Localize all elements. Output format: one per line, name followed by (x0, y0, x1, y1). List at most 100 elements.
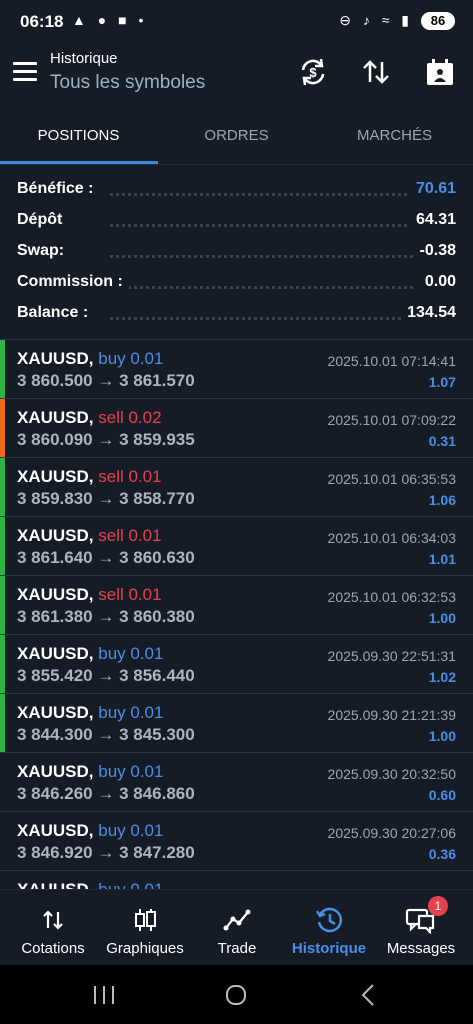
symbol-text: XAUUSD, (17, 408, 94, 427)
trade-row[interactable]: XAUUSD, buy 0.01 3 860.500 → 3 861.570 202… (0, 340, 473, 399)
divider (0, 164, 473, 165)
trade-profit: 1.07 (428, 374, 456, 390)
summary-swap: Swap: -0.38 (0, 236, 473, 267)
nav-history[interactable]: Historique (282, 890, 376, 966)
dotted-leader (110, 255, 413, 258)
result-color-bar (0, 694, 5, 752)
status-bar: 06:18 ▲ ● ■ • ⊖ ♪ ≈ ▮ 86 (0, 0, 473, 42)
result-color-bar (0, 517, 5, 575)
result-color-bar (0, 458, 5, 516)
symbol-filter[interactable]: Tous les symboles (50, 72, 205, 94)
currency-exchange-icon[interactable]: $ (297, 56, 329, 88)
summary-label: Commission : (17, 273, 129, 291)
nav-trade[interactable]: Trade (190, 890, 284, 966)
dotted-leader (110, 224, 413, 227)
tab-positions[interactable]: POSITIONS (0, 112, 157, 164)
app-bar: Historique Tous les symboles $ (0, 42, 473, 108)
trade-side: sell 0.01 (98, 585, 162, 604)
history-tabs: POSITIONS ORDRES MARCHÉS (0, 112, 473, 164)
home-icon[interactable] (216, 979, 256, 1011)
trade-side: buy 0.01 (98, 644, 164, 663)
trade-profit: 0.36 (428, 846, 456, 862)
quotes-icon (43, 910, 63, 930)
trade-datetime: 2025.10.01 06:32:53 (327, 589, 456, 605)
svg-text:$: $ (309, 65, 317, 80)
nav-label: Cotations (21, 940, 85, 957)
trade-history-list[interactable]: XAUUSD, buy 0.01 3 860.500 → 3 861.570 202… (0, 339, 473, 890)
trade-row[interactable]: XAUUSD, buy 0.01 3 844.300 → 3 845.300 202… (0, 694, 473, 753)
nav-quotes[interactable]: Cotations (6, 890, 100, 966)
symbol-text: XAUUSD, (17, 644, 94, 663)
symbol-text: XAUUSD, (17, 349, 94, 368)
summary-label: Dépôt (17, 211, 69, 229)
trade-datetime: 2025.09.30 20:32:50 (327, 766, 456, 782)
summary-deposit: Dépôt 64.31 (0, 205, 473, 236)
trade-row[interactable]: XAUUSD, sell 0.02 3 860.090 → 3 859.935 20… (0, 399, 473, 458)
trade-prices: 3 860.500 → 3 861.570 (17, 371, 195, 390)
trade-symbol: XAUUSD, buy 0.01 (17, 821, 163, 841)
symbol-text: XAUUSD, (17, 821, 94, 840)
trade-datetime: 2025.10.01 06:34:03 (327, 530, 456, 546)
trade-prices: 3 855.420 → 3 856.440 (17, 666, 195, 685)
trade-symbol: XAUUSD, buy 0.01 (17, 703, 163, 723)
bottom-navigation: Cotations Graphiques Trade Historique 1 … (0, 889, 473, 966)
nav-charts[interactable]: Graphiques (98, 890, 192, 966)
nav-label: Messages (386, 940, 456, 957)
dotted-leader (110, 193, 413, 196)
trade-prices: 3 846.260 → 3 846.860 (17, 784, 195, 803)
summary-value: -0.38 (413, 242, 456, 260)
summary-value: 70.61 (409, 180, 456, 198)
trade-datetime: 2025.10.01 07:14:41 (327, 353, 456, 369)
trade-prices: 3 861.640 → 3 860.630 (17, 548, 195, 567)
system-navigation-bar (0, 965, 473, 1024)
summary-value: 0.00 (418, 273, 456, 291)
symbol-text: XAUUSD, (17, 467, 94, 486)
result-color-bar (0, 399, 5, 457)
candlestick-chart-icon (135, 909, 156, 931)
calendar-icon[interactable] (424, 56, 456, 88)
trade-prices: 3 861.380 → 3 860.380 (17, 607, 195, 626)
trade-side: sell 0.02 (98, 408, 162, 427)
recent-apps-icon[interactable] (84, 979, 124, 1011)
nav-messages[interactable]: 1 Messages (374, 890, 468, 966)
trade-profit: 0.31 (428, 433, 456, 449)
dotted-leader (110, 286, 413, 289)
menu-icon[interactable] (13, 62, 37, 82)
trade-symbol: XAUUSD, sell 0.01 (17, 467, 162, 487)
summary-label: Swap: (17, 242, 71, 260)
symbol-text: XAUUSD, (17, 526, 94, 545)
summary-commission: Commission : 0.00 (0, 267, 473, 298)
trade-row[interactable]: XAUUSD, buy 0.01 3 846.260 → 3 846.860 202… (0, 753, 473, 812)
trade-datetime: 2025.09.30 20:27:06 (327, 825, 456, 841)
summary-value: 64.31 (409, 211, 456, 229)
nav-label: Graphiques (106, 940, 184, 957)
summary-label: Bénéfice : (17, 180, 100, 198)
back-icon[interactable] (349, 979, 389, 1011)
trade-row[interactable]: XAUUSD, sell 0.01 3 859.830 → 3 858.770 20… (0, 458, 473, 517)
trade-profit: 1.02 (428, 669, 456, 685)
trade-row[interactable]: XAUUSD, buy 0.01 3 846.920 → 3 847.280 202… (0, 812, 473, 871)
trade-row[interactable]: XAUUSD, sell 0.01 3 861.640 → 3 860.630 20… (0, 517, 473, 576)
trade-datetime: 2025.10.01 06:35:53 (327, 471, 456, 487)
trade-prices: 3 844.300 → 3 845.300 (17, 725, 195, 744)
history-clock-icon (315, 907, 343, 933)
sort-icon[interactable] (360, 56, 392, 88)
trade-profit: 1.06 (428, 492, 456, 508)
trade-row[interactable]: XAUUSD, buy 0.01 3 855.420 → 3 856.440 202… (0, 635, 473, 694)
trade-datetime: 2025.10.01 07:09:22 (327, 412, 456, 428)
trade-side: sell 0.01 (98, 467, 162, 486)
symbol-text: XAUUSD, (17, 762, 94, 781)
notification-badge: 1 (428, 896, 448, 916)
trade-symbol: XAUUSD, sell 0.01 (17, 585, 162, 605)
summary-label: Balance : (17, 304, 95, 322)
tab-markets[interactable]: MARCHÉS (316, 112, 473, 164)
summary-value: 134.54 (401, 304, 456, 322)
trade-profit: 1.01 (428, 551, 456, 567)
status-system-icons: ⊖ ♪ ≈ ▮ (339, 12, 413, 28)
trade-row[interactable]: XAUUSD, buy 0.01 (0, 871, 473, 890)
trade-symbol: XAUUSD, buy 0.01 (17, 349, 163, 369)
tab-orders[interactable]: ORDRES (158, 112, 315, 164)
trade-prices: 3 859.830 → 3 858.770 (17, 489, 195, 508)
trade-datetime: 2025.09.30 21:21:39 (327, 707, 456, 723)
trade-row[interactable]: XAUUSD, sell 0.01 3 861.380 → 3 860.380 20… (0, 576, 473, 635)
